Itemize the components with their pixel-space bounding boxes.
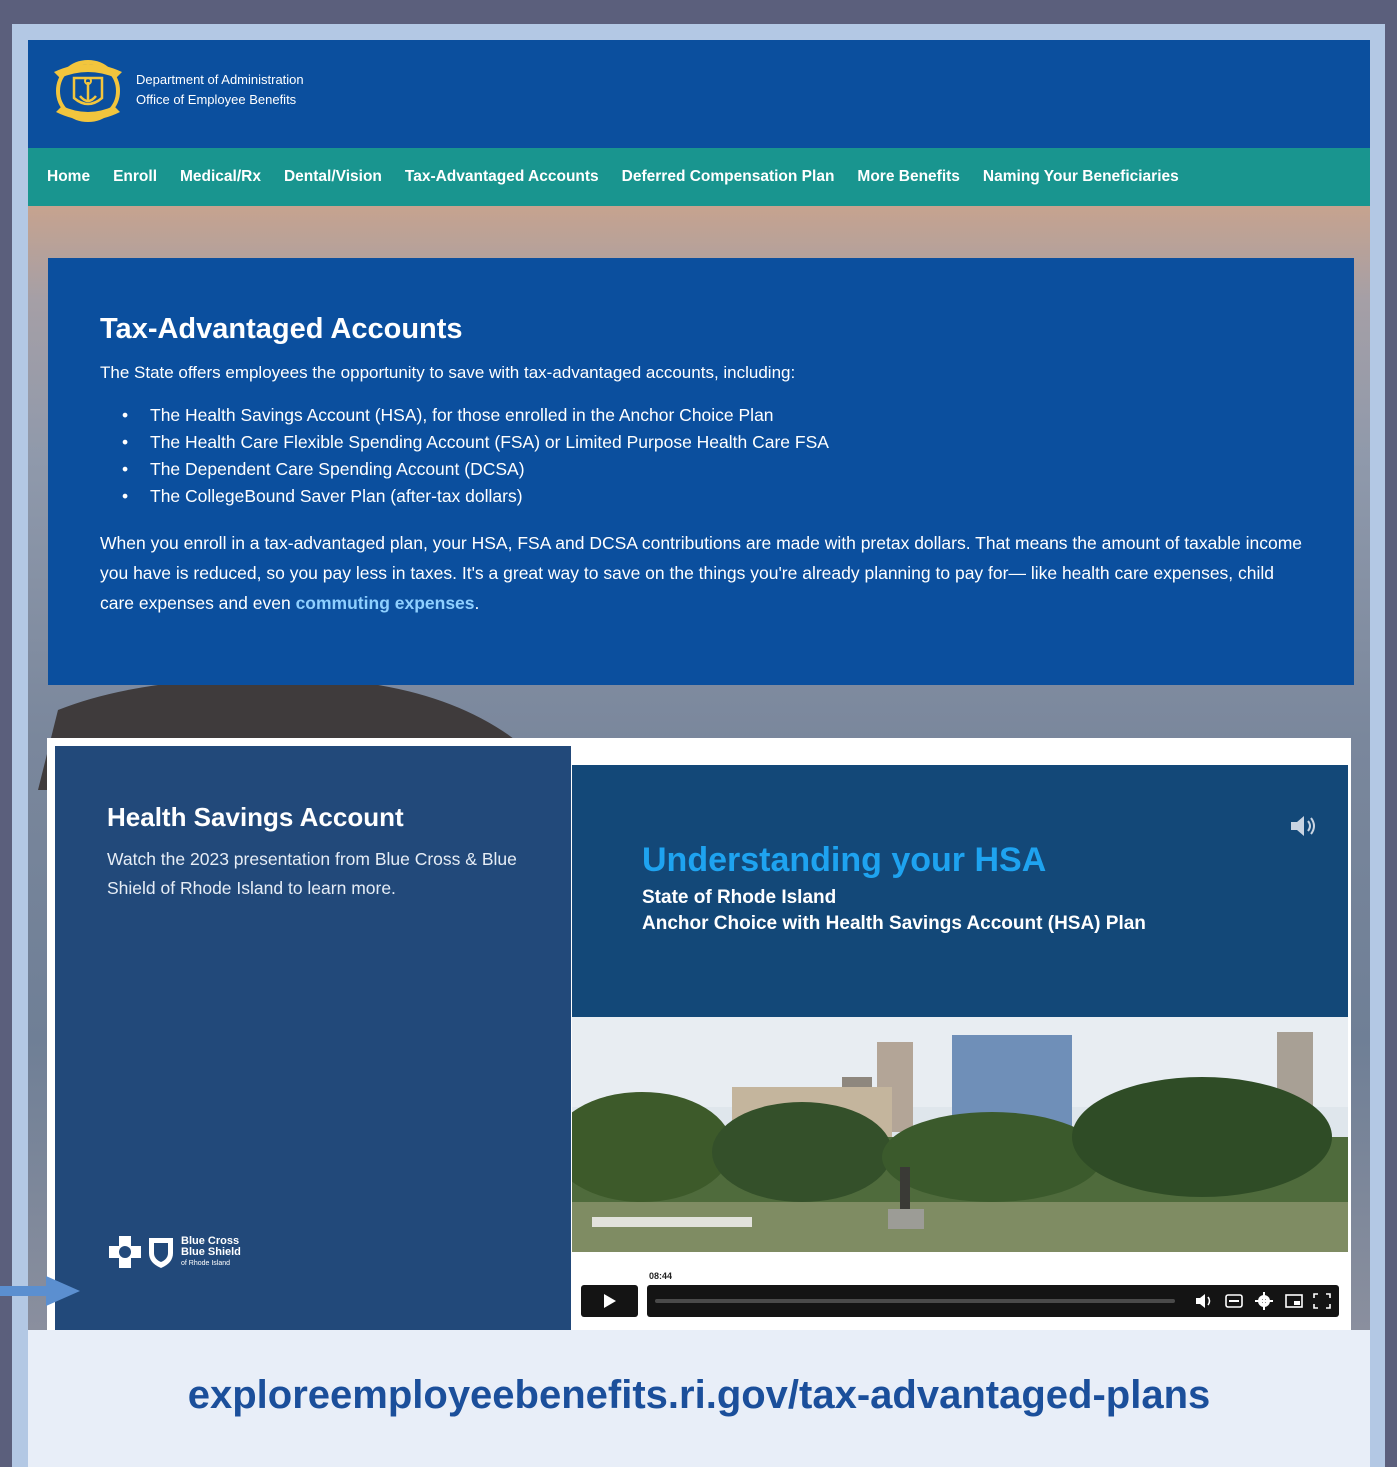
bcbs-line1: Blue Cross <box>181 1234 240 1247</box>
nav-dental-vision[interactable]: Dental/Vision <box>284 168 382 186</box>
commuting-expenses-link[interactable]: commuting expenses <box>296 593 475 613</box>
body-text: When you enroll in a tax-advantaged plan… <box>100 528 1302 618</box>
bcbs-wordmark: Blue Cross Blue Shield of Rhode Island <box>181 1234 241 1269</box>
list-item: The CollegeBound Saver Plan (after-tax d… <box>122 483 1302 510</box>
office-line: Office of Employee Benefits <box>136 92 297 107</box>
volume-icon[interactable] <box>1193 1291 1215 1311</box>
list-item: The Health Savings Account (HSA), for th… <box>122 402 1302 429</box>
state-seal-icon <box>54 60 122 122</box>
pointer-arrow-icon <box>0 1276 80 1306</box>
fullscreen-icon[interactable] <box>1311 1291 1333 1311</box>
nav-enroll[interactable]: Enroll <box>113 168 157 186</box>
video-subtitle: State of Rhode Island Anchor Choice with… <box>642 885 1146 937</box>
nav-more-benefits[interactable]: More Benefits <box>857 168 960 186</box>
nav-tax-advantaged-accounts[interactable]: Tax-Advantaged Accounts <box>405 168 599 186</box>
body-copy: When you enroll in a tax-advantaged plan… <box>100 533 1303 613</box>
progress-bar[interactable] <box>655 1299 1175 1303</box>
nav-naming-beneficiaries[interactable]: Naming Your Beneficiaries <box>983 168 1179 186</box>
intro-text: The State offers employees the opportuni… <box>100 363 796 382</box>
page-title: Tax-Advantaged Accounts <box>100 313 463 345</box>
tax-advantaged-panel: Tax-Advantaged Accounts The State offers… <box>48 258 1354 685</box>
bcbs-logo: Blue Cross Blue Shield of Rhode Island <box>107 1234 241 1270</box>
nav-deferred-compensation[interactable]: Deferred Compensation Plan <box>622 168 835 186</box>
url-caption-band: exploreemployeebenefits.ri.gov/tax-advan… <box>28 1330 1370 1467</box>
website-screenshot: Department of Administration Office of E… <box>28 40 1370 1330</box>
department-name: Department of Administration Office of E… <box>136 70 304 110</box>
settings-gear-icon[interactable] <box>1253 1291 1275 1311</box>
account-list: The Health Savings Account (HSA), for th… <box>100 402 1302 510</box>
hsa-description: Watch the 2023 presentation from Blue Cr… <box>107 849 517 898</box>
picture-in-picture-icon[interactable] <box>1283 1291 1305 1311</box>
site-header: Department of Administration Office of E… <box>28 40 1370 148</box>
video-controls: 08:44 <box>581 1271 1339 1317</box>
captions-icon[interactable] <box>1223 1291 1245 1311</box>
hsa-title: Health Savings Account <box>107 802 404 832</box>
department-line: Department of Administration <box>136 72 304 87</box>
video-timecode: 08:44 <box>649 1271 673 1281</box>
bcbs-line3: of Rhode Island <box>181 1259 231 1267</box>
page-url[interactable]: exploreemployeebenefits.ri.gov/tax-advan… <box>28 1330 1370 1460</box>
main-nav: Home Enroll Medical/Rx Dental/Vision Tax… <box>28 148 1370 206</box>
video-subtitle-line2: Anchor Choice with Health Savings Accoun… <box>642 913 1146 934</box>
video-subtitle-line1: State of Rhode Island <box>642 887 837 908</box>
body-end: . <box>474 593 480 613</box>
blue-shield-icon <box>149 1238 173 1268</box>
play-icon <box>604 1294 616 1308</box>
blue-cross-icon <box>109 1236 141 1268</box>
video-title: Understanding your HSA <box>642 841 1047 879</box>
city-skyline-image <box>572 1017 1348 1252</box>
hsa-section: Health Savings Account Watch the 2023 pr… <box>47 738 1351 1330</box>
nav-medical-rx[interactable]: Medical/Rx <box>180 168 261 186</box>
list-item: The Dependent Care Spending Account (DCS… <box>122 456 1302 483</box>
list-item: The Health Care Flexible Spending Accoun… <box>122 429 1302 456</box>
bcbs-line2: Blue Shield <box>181 1245 241 1258</box>
play-button[interactable] <box>581 1285 638 1317</box>
nav-home[interactable]: Home <box>47 168 90 186</box>
hsa-info-panel: Health Savings Account Watch the 2023 pr… <box>55 746 571 1330</box>
control-bar <box>647 1285 1339 1317</box>
hsa-video-player[interactable]: Understanding your HSA State of Rhode Is… <box>572 765 1348 1325</box>
speaker-icon[interactable] <box>1288 813 1318 839</box>
